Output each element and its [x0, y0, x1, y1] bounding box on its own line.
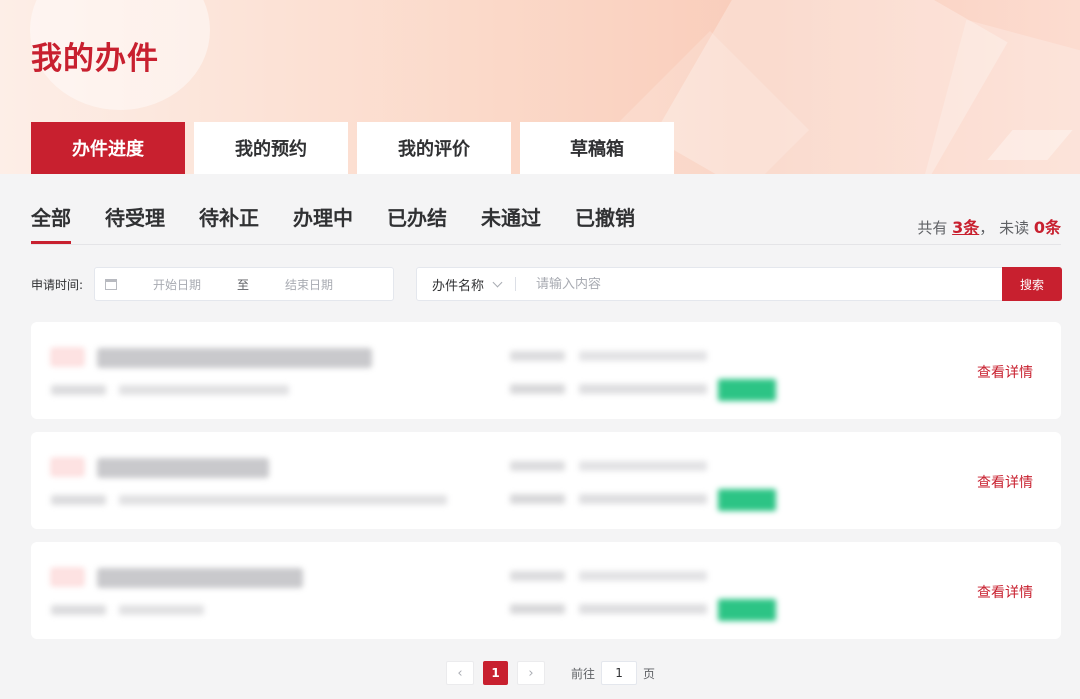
date-range-separator: 至 — [237, 277, 250, 292]
count-summary: 共有 3条， 未读 0条 — [917, 214, 1061, 238]
goto-page-input[interactable] — [601, 661, 638, 685]
tab-divider — [31, 244, 1061, 245]
status-tab-in-progress[interactable]: 办理中 — [293, 202, 353, 244]
date-filter-label: 申请时间: — [31, 278, 84, 292]
top-tab-bar: 办件进度 我的预约 我的评价 草稿箱 — [31, 122, 683, 174]
pagination: ‹ 1 › 前往 页 — [446, 661, 655, 685]
page-suffix: 页 — [643, 666, 656, 681]
application-card: 查看详情 — [31, 542, 1061, 639]
redacted-value — [579, 494, 707, 504]
total-count: 3条 — [952, 218, 980, 237]
redacted-value — [579, 571, 707, 581]
item-tag — [51, 348, 84, 366]
tab-drafts[interactable]: 草稿箱 — [520, 122, 674, 174]
chevron-right-icon: › — [528, 665, 534, 681]
redacted-title — [97, 568, 303, 588]
summary-separator: ， — [979, 219, 995, 237]
item-tag — [51, 458, 84, 476]
main-content: 全部 待受理 待补正 办理中 已办结 未通过 已撤销 共有 3条， 未读 0条 … — [0, 174, 1080, 699]
page-number-current[interactable]: 1 — [483, 661, 508, 685]
search-type-select[interactable]: 办件名称 — [432, 275, 503, 294]
search-box: 办件名称 搜索 — [416, 267, 1062, 301]
status-badge — [718, 599, 776, 621]
goto-label: 前往 — [571, 666, 596, 681]
redacted-title — [97, 348, 372, 368]
redacted-label — [51, 605, 106, 615]
unread-label: 未读 — [999, 219, 1030, 237]
status-tab-completed[interactable]: 已办结 — [387, 202, 447, 244]
view-details-link[interactable]: 查看详情 — [977, 472, 1033, 492]
calendar-icon — [105, 278, 117, 290]
redacted-label — [510, 571, 565, 581]
chevron-left-icon: ‹ — [457, 665, 463, 681]
status-tab-rejected[interactable]: 未通过 — [481, 202, 541, 244]
status-tab-cancelled[interactable]: 已撤销 — [575, 202, 635, 244]
search-input[interactable] — [536, 276, 977, 292]
status-tab-pending-correction[interactable]: 待补正 — [199, 202, 259, 244]
search-type-value: 办件名称 — [432, 278, 485, 294]
end-date-input[interactable]: 结束日期 — [285, 276, 333, 293]
unread-count: 0条 — [1033, 218, 1061, 237]
tab-appointments[interactable]: 我的预约 — [194, 122, 348, 174]
tab-reviews[interactable]: 我的评价 — [357, 122, 511, 174]
header-banner: 我的办件 办件进度 我的预约 我的评价 草稿箱 — [0, 0, 1080, 174]
application-card: 查看详情 — [31, 432, 1061, 529]
redacted-label — [510, 461, 565, 471]
redacted-label — [51, 385, 106, 395]
redacted-label — [510, 604, 565, 614]
redacted-value — [119, 495, 447, 505]
redacted-label — [510, 384, 565, 394]
date-range-picker[interactable]: 开始日期 至 结束日期 — [94, 267, 394, 301]
page-title: 我的办件 — [31, 41, 159, 77]
redacted-value — [579, 461, 707, 471]
redacted-title — [97, 458, 269, 478]
start-date-input[interactable]: 开始日期 — [153, 276, 201, 293]
tab-progress[interactable]: 办件进度 — [31, 122, 185, 174]
view-details-link[interactable]: 查看详情 — [977, 582, 1033, 602]
application-card: 查看详情 — [31, 322, 1061, 419]
summary-prefix: 共有 — [917, 219, 948, 237]
redacted-label — [51, 495, 106, 505]
status-tab-pending-acceptance[interactable]: 待受理 — [105, 202, 165, 244]
status-tab-bar: 全部 待受理 待补正 办理中 已办结 未通过 已撤销 — [31, 202, 669, 244]
view-details-link[interactable]: 查看详情 — [977, 362, 1033, 382]
redacted-label — [510, 351, 565, 361]
redacted-value — [119, 605, 204, 615]
redacted-value — [579, 384, 707, 394]
prev-page-button[interactable]: ‹ — [446, 661, 474, 685]
status-badge — [718, 489, 776, 511]
redacted-value — [119, 385, 289, 395]
search-button[interactable]: 搜索 — [1002, 267, 1062, 301]
next-page-button[interactable]: › — [517, 661, 545, 685]
status-tab-all[interactable]: 全部 — [31, 202, 71, 244]
redacted-value — [579, 351, 707, 361]
redacted-label — [510, 494, 565, 504]
status-badge — [718, 379, 776, 401]
item-tag — [51, 568, 84, 586]
search-divider — [515, 277, 517, 291]
redacted-value — [579, 604, 707, 614]
chevron-down-icon — [492, 277, 503, 287]
